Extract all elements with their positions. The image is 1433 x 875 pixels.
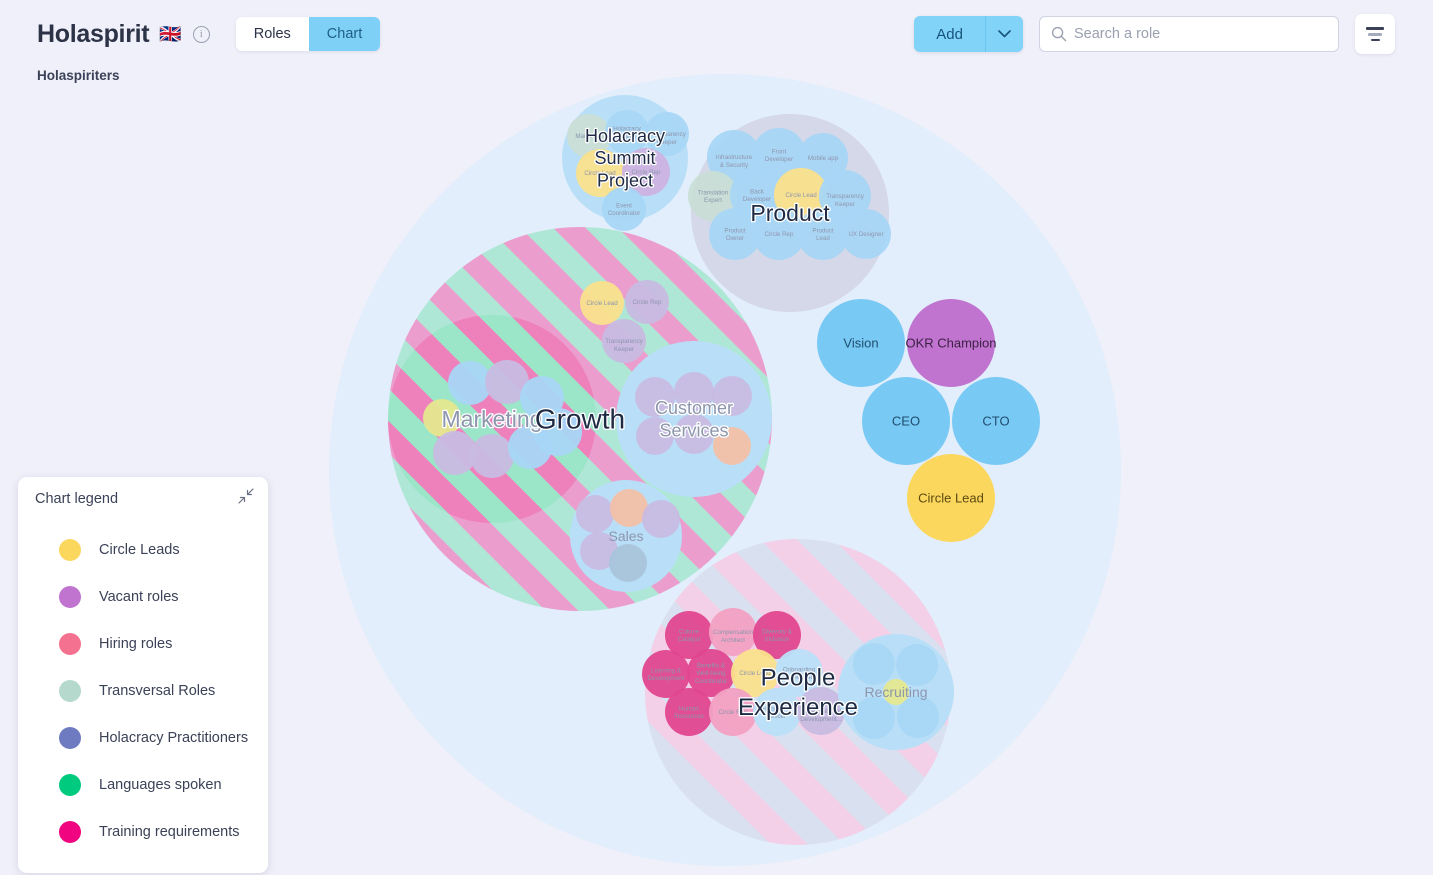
- role-circle[interactable]: [853, 643, 895, 685]
- legend-header: Chart legend: [18, 488, 268, 509]
- circle-label: Vision: [843, 335, 878, 350]
- role-label: Culture Catalyst: [678, 628, 701, 643]
- legend-item[interactable]: Hiring roles: [18, 620, 268, 667]
- legend-item[interactable]: Holacracy Practitioners: [18, 714, 268, 761]
- legend-item[interactable]: Languages spoken: [18, 761, 268, 808]
- role-label: Circle Lead: [785, 192, 817, 199]
- role-label: Product Owner: [724, 227, 746, 242]
- circle-label: OKR Champion: [905, 335, 996, 350]
- circle-label: Product: [750, 200, 830, 226]
- role-circle[interactable]: [897, 696, 939, 738]
- legend-item-label: Circle Leads: [99, 541, 180, 558]
- legend-swatch: [59, 820, 81, 843]
- chart-legend-panel: Chart legend Circle Leads Vacant roles Hir…: [18, 477, 268, 873]
- role-circle[interactable]: [896, 644, 938, 686]
- circle-label: Marketing: [442, 406, 543, 432]
- legend-item[interactable]: Transversal Roles: [18, 667, 268, 714]
- role-label: Learning & Development: [648, 667, 685, 682]
- circle-label: CEO: [892, 413, 920, 428]
- role-label: Circle Lead: [586, 300, 618, 307]
- role-circle[interactable]: [853, 697, 895, 739]
- legend-swatch: [59, 538, 81, 561]
- role-circle[interactable]: [609, 544, 647, 582]
- legend-swatch: [59, 773, 81, 796]
- legend-item-label: Holacracy Practitioners: [99, 729, 249, 746]
- circle-label: Growth: [535, 404, 625, 435]
- legend-swatch: [59, 679, 81, 702]
- legend-swatch: [59, 726, 81, 749]
- legend-item[interactable]: Training requirements: [18, 808, 268, 855]
- legend-swatch: [59, 585, 81, 608]
- role-circle[interactable]: [470, 434, 514, 478]
- role-label: Mobile app: [808, 155, 839, 162]
- legend-swatch: [59, 632, 81, 655]
- legend-item-label: Vacant roles: [99, 588, 179, 605]
- legend-item[interactable]: Vacant roles: [18, 573, 268, 620]
- role-label: Circle Rep: [633, 299, 662, 306]
- legend-item-label: Training requirements: [99, 823, 240, 840]
- collapse-icon[interactable]: [238, 488, 254, 509]
- circle-label: Sales: [608, 528, 643, 544]
- circle-label: Recruiting: [864, 684, 927, 700]
- role-label: Infrastructure & Security: [716, 154, 753, 169]
- legend-items: Circle Leads Vacant roles Hiring roles Tran…: [18, 526, 268, 855]
- legend-item-label: Languages spoken: [99, 776, 222, 793]
- legend-title: Chart legend: [35, 491, 119, 507]
- legend-item-label: Transversal Roles: [99, 682, 216, 699]
- circle-label: Circle Lead: [918, 490, 984, 505]
- role-label: Benefits & Well-being Coordinator: [695, 662, 727, 684]
- role-label: Circle Rep: [765, 231, 794, 238]
- legend-item-label: Hiring roles: [99, 635, 173, 652]
- circle-label: CTO: [982, 413, 1009, 428]
- role-circle[interactable]: [642, 500, 680, 538]
- role-label: UX Designer: [848, 231, 883, 238]
- circle-label: Holacracy Summit Project: [585, 126, 665, 191]
- legend-item[interactable]: Circle Leads: [18, 526, 268, 573]
- role-label: Diversity & Inclusion: [762, 628, 792, 643]
